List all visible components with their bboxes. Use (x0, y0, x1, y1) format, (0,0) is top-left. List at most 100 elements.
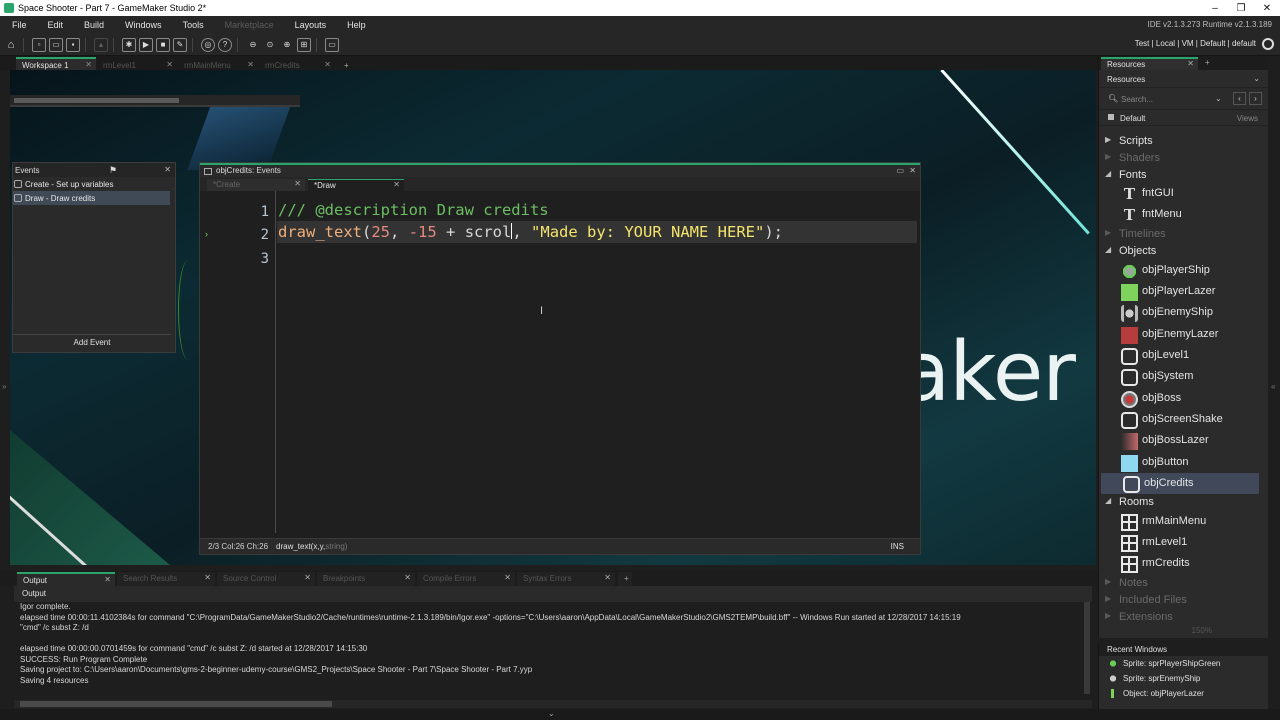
chevron-right-icon[interactable]: ▶ (1105, 135, 1111, 144)
recent-item[interactable]: Sprite: sprEnemyShip (1099, 671, 1268, 686)
close-icon[interactable]: ✕ (85, 60, 92, 69)
tab-search-results[interactable]: Search Results ✕ (117, 572, 215, 586)
zoom-in-icon[interactable]: ⊕ (280, 38, 294, 52)
restore-button[interactable]: ❐ (1228, 3, 1254, 14)
tab-breakpoints[interactable]: Breakpoints ✕ (317, 572, 415, 586)
scrollbar-thumb[interactable] (20, 701, 332, 707)
close-icon[interactable]: ✕ (247, 60, 254, 69)
close-icon[interactable]: ✕ (909, 166, 916, 175)
export-icon[interactable]: ▴ (94, 37, 108, 52)
resource-item-objplayership[interactable]: objPlayerShip (1099, 260, 1267, 281)
resource-group-default[interactable]: Default Views (1099, 110, 1268, 126)
clean-icon[interactable]: ✎ (173, 37, 187, 52)
menu-marketplace[interactable]: Marketplace (213, 20, 283, 30)
views-button[interactable]: Views (1237, 114, 1258, 123)
add-tab-button[interactable]: + (1205, 58, 1210, 67)
tab-output[interactable]: Output ✕ (17, 572, 115, 586)
tab-syntax-errors[interactable]: Syntax Errors ✕ (517, 572, 615, 586)
close-icon[interactable]: ✕ (294, 179, 301, 188)
run-icon[interactable]: ▶ (139, 37, 153, 52)
recent-item[interactable]: Object: objPlayerLazer (1099, 686, 1268, 701)
forward-button[interactable]: › (1249, 92, 1262, 105)
chevron-down-icon[interactable]: ◢ (1105, 169, 1111, 178)
add-event-button[interactable]: Add Event (13, 334, 171, 348)
tab-source-control[interactable]: Source Control ✕ (217, 572, 315, 586)
maximize-icon[interactable]: ▭ (896, 166, 904, 175)
resource-item-fntmenu[interactable]: TfntMenu (1099, 204, 1267, 225)
chevron-down-icon[interactable]: ◢ (1105, 496, 1111, 505)
back-button[interactable]: ‹ (1233, 92, 1246, 105)
add-tab-button[interactable]: + (338, 57, 354, 70)
search-input[interactable]: Search... (1121, 95, 1153, 104)
tab-draw[interactable]: *Draw ✕ (308, 179, 404, 191)
collapse-left-icon[interactable]: » (2, 382, 6, 391)
event-create[interactable]: Create - Set up variables (13, 177, 175, 191)
resource-item-objscreenshake[interactable]: objScreenShake (1099, 409, 1267, 430)
menu-edit[interactable]: Edit (36, 20, 73, 30)
debug-icon[interactable]: ✱ (122, 37, 136, 52)
game-options-icon[interactable]: ▭ (325, 37, 339, 52)
resource-item-rmmainmenu[interactable]: rmMainMenu (1099, 511, 1267, 532)
folder-extensions[interactable]: ▶ Extensions (1099, 608, 1267, 629)
menu-layouts[interactable]: Layouts (283, 20, 336, 30)
menu-help[interactable]: Help (335, 20, 375, 30)
preferences-icon[interactable]: ? (218, 37, 232, 52)
resource-item-fntgui[interactable]: TfntGUI (1099, 183, 1267, 204)
resource-item-objenemyship[interactable]: objEnemyShip (1099, 302, 1267, 323)
stop-icon[interactable]: ■ (156, 37, 170, 52)
save-icon[interactable]: ▪ (66, 37, 80, 52)
minimize-button[interactable]: – (1202, 3, 1228, 14)
tab-create[interactable]: *Create ✕ (207, 179, 305, 191)
horizontal-scrollbar[interactable] (14, 700, 1092, 708)
close-icon[interactable]: ✕ (1187, 59, 1194, 68)
flag-icon[interactable]: ⚑ (109, 165, 117, 176)
target-icon[interactable] (1262, 38, 1274, 50)
close-icon[interactable]: ✕ (393, 180, 400, 189)
open-project-icon[interactable]: ▭ (49, 37, 63, 52)
tab-rmmainmenu[interactable]: rmMainMenu ✕ (178, 57, 258, 70)
zoom-fit-icon[interactable]: ⊞ (297, 37, 311, 52)
close-icon[interactable]: ✕ (204, 573, 211, 582)
scrollbar[interactable] (14, 98, 179, 103)
resource-item-objcredits[interactable]: objCredits (1101, 473, 1259, 494)
resource-item-objbosslazer[interactable]: objBossLazer (1099, 430, 1267, 451)
zoom-out-icon[interactable]: ⊖ (246, 38, 260, 52)
new-project-icon[interactable]: ▫ (32, 37, 46, 52)
resource-item-objboss[interactable]: objBoss (1099, 388, 1267, 409)
chevron-right-icon[interactable]: ▶ (1105, 228, 1111, 237)
close-icon[interactable]: ✕ (104, 575, 111, 584)
close-button[interactable]: ✕ (1254, 3, 1280, 14)
code-line-1[interactable]: /// @description Draw credits (278, 201, 549, 219)
target-selector[interactable]: Test | Local | VM | Default | default (1135, 39, 1256, 48)
event-draw[interactable]: Draw - Draw credits (13, 191, 170, 205)
chevron-right-icon[interactable]: ▶ (1105, 577, 1111, 586)
resource-item-objenemylazer[interactable]: objEnemyLazer (1099, 324, 1267, 345)
tab-compile-errors[interactable]: Compile Errors ✕ (417, 572, 515, 586)
resources-dropdown[interactable]: Resources ⌄ (1099, 70, 1268, 88)
recent-item[interactable]: Sprite: sprPlayerShipGreen (1099, 656, 1268, 671)
resource-item-objlevel1[interactable]: objLevel1 (1099, 345, 1267, 366)
tab-resources[interactable]: Resources ✕ (1101, 57, 1198, 70)
tab-rmcredits[interactable]: rmCredits ✕ (259, 57, 335, 70)
close-icon[interactable]: ✕ (404, 573, 411, 582)
chevron-right-icon[interactable]: ▶ (1105, 611, 1111, 620)
close-icon[interactable]: ✕ (164, 165, 171, 174)
tab-rmlevel1[interactable]: rmLevel1 ✕ (97, 57, 177, 70)
close-icon[interactable]: ✕ (304, 573, 311, 582)
menu-windows[interactable]: Windows (113, 20, 171, 30)
home-icon[interactable]: ⌂ (4, 38, 18, 52)
close-icon[interactable]: ✕ (166, 60, 173, 69)
code-line-2[interactable]: draw_text(25, -15 + scrol, "Made by: YOU… (278, 223, 783, 241)
tab-workspace-1[interactable]: Workspace 1 ✕ (16, 57, 96, 70)
zoom-reset-icon[interactable]: ⊙ (263, 38, 277, 52)
chevron-right-icon[interactable]: ▶ (1105, 152, 1111, 161)
menu-file[interactable]: File (0, 20, 36, 30)
chevron-right-icon[interactable]: ▶ (1105, 594, 1111, 603)
close-icon[interactable]: ✕ (324, 60, 331, 69)
vertical-scrollbar[interactable] (1084, 602, 1090, 694)
target-settings-icon[interactable]: ◎ (201, 37, 215, 52)
chevron-down-icon[interactable]: ⌄ (1215, 94, 1222, 103)
menu-build[interactable]: Build (72, 20, 113, 30)
close-icon[interactable]: ✕ (504, 573, 511, 582)
menu-tools[interactable]: Tools (171, 20, 213, 30)
